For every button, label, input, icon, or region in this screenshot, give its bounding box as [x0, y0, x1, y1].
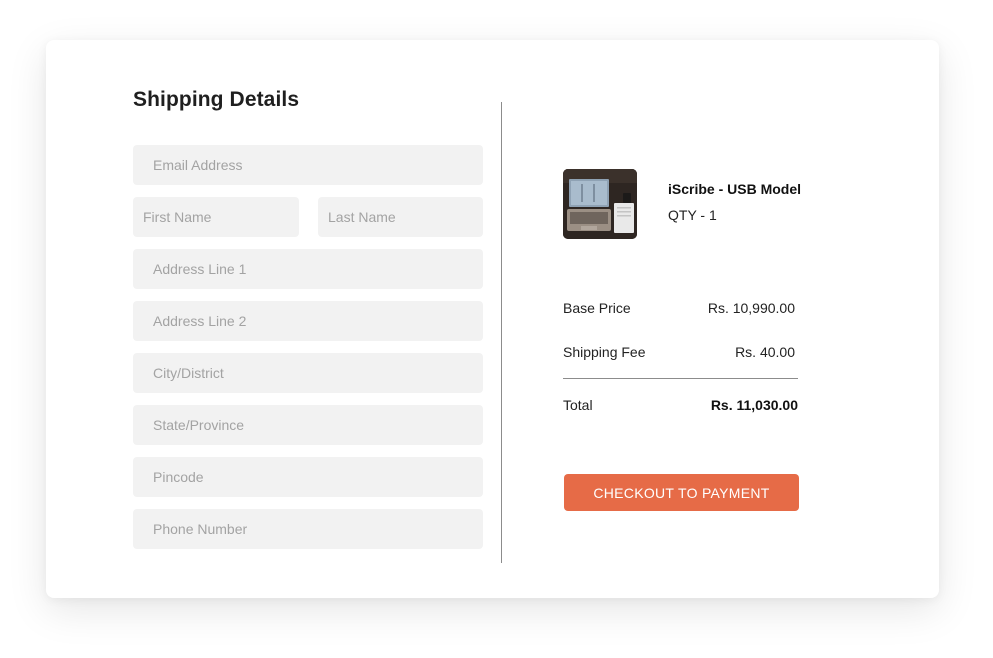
address-line-2-field[interactable]: [133, 301, 483, 341]
product-thumbnail: [563, 169, 637, 239]
total-value: Rs. 11,030.00: [710, 397, 798, 413]
state-field[interactable]: [133, 405, 483, 445]
city-field[interactable]: [133, 353, 483, 393]
base-price-label: Base Price: [563, 300, 631, 316]
base-price-value: Rs. 10,990.00: [707, 300, 795, 316]
summary-divider: [563, 378, 798, 379]
email-field[interactable]: [133, 145, 483, 185]
checkout-button[interactable]: CHECKOUT TO PAYMENT: [564, 474, 799, 511]
pincode-field[interactable]: [133, 457, 483, 497]
shipping-fee-value: Rs. 40.00: [735, 344, 795, 360]
total-label: Total: [563, 397, 593, 413]
product-name: iScribe - USB Model: [668, 181, 802, 197]
shipping-fee-label: Shipping Fee: [563, 344, 646, 360]
address-line-1-field[interactable]: [133, 249, 483, 289]
page-title: Shipping Details: [133, 88, 300, 111]
first-name-field[interactable]: [133, 197, 299, 237]
column-divider: [501, 102, 502, 563]
phone-field[interactable]: [133, 509, 483, 549]
last-name-field[interactable]: [318, 197, 483, 237]
product-quantity: QTY - 1: [668, 207, 717, 223]
